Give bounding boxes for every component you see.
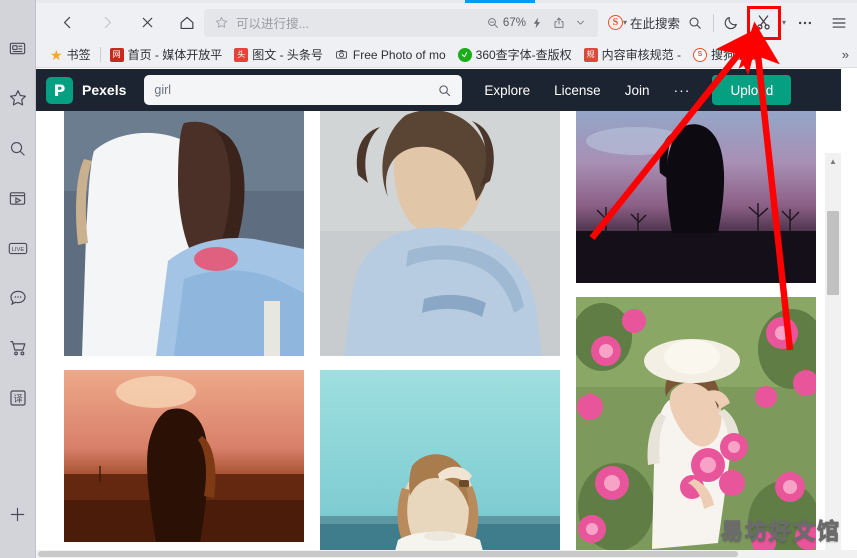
favicon-wangyi-icon: 网 [109,47,124,62]
bookmarks-star-icon: ★ [50,46,63,63]
photo-thumbnail [64,111,304,356]
photo-card[interactable] [320,111,560,356]
forward-button[interactable] [92,8,122,38]
bookmark-item[interactable]: 规 内容审核规范 - [578,44,687,66]
address-input[interactable]: 可以进行搜... [232,13,486,32]
sidebar-item-cart[interactable] [0,330,36,366]
pexels-logo-icon[interactable]: P [46,76,73,104]
bookmarks-separator [99,47,101,62]
bookmark-item[interactable]: S 搜狗翻译 [687,44,765,66]
pexels-nav: Explore License Join ··· [484,82,690,98]
bookmark-item[interactable]: 360查字体-查版权 [452,44,578,66]
photo-card[interactable] [576,111,816,283]
search-engine-label: 在此搜索 [629,17,680,31]
share-icon[interactable] [548,16,570,30]
sidebar-item-news[interactable] [0,30,36,66]
screenshot-tool-container[interactable] [746,5,781,40]
browser-window: LIVE 译 可以进行搜... 67% S ▾ 在此搜索 ▾ ★ 书签 网 首页… [0,0,857,558]
bookmark-item[interactable]: Free Photo of mo [329,44,452,66]
nav-item-license[interactable]: License [554,83,601,98]
toolbar-divider [712,13,714,32]
night-mode-button[interactable] [717,8,747,38]
sidebar-item-live[interactable]: LIVE [0,230,36,266]
address-bar[interactable]: 可以进行搜... 67% [204,8,598,37]
pexels-search-icon[interactable] [437,83,452,98]
sidebar-item-favorites[interactable] [0,80,36,116]
favicon-360-icon [457,47,472,62]
lightning-bolt-icon[interactable] [526,16,548,30]
photo-column [64,111,304,558]
bookmarks-root-button[interactable]: ★ 书签 [40,44,97,66]
search-engine-selector[interactable]: S ▾ 在此搜索 [602,13,680,32]
bookmark-label: 内容审核规范 - [601,48,682,62]
photo-column [320,111,560,558]
main-menu-button[interactable] [824,8,854,38]
sidebar-item-translate[interactable]: 译 [0,380,36,416]
sidebar-item-search[interactable] [0,130,36,166]
page-scrollbar[interactable]: ▲ [825,153,841,558]
horizontal-scrollbar[interactable] [36,550,857,558]
chevron-down-icon[interactable] [570,16,592,29]
photo-thumbnail [64,370,304,542]
scrollbar-thumb[interactable] [827,211,839,295]
sogou-logo-icon: S [607,15,623,30]
bookmark-label: 图文 - 头条号 [252,48,323,62]
home-button[interactable] [172,8,202,38]
left-sidebar: LIVE 译 [0,0,36,558]
toolbar-right-tools: ▾ [680,5,857,40]
photo-thumbnail [320,370,560,558]
stop-loading-button[interactable] [132,8,162,38]
sidebar-item-chat[interactable] [0,280,36,316]
toolbar-search-button[interactable] [680,8,710,38]
photo-card[interactable] [320,370,560,558]
photo-grid: ▲ [36,111,841,558]
bookmark-label: 360查字体-查版权 [475,48,572,62]
nav-item-explore[interactable]: Explore [484,83,530,98]
pexels-brand-label[interactable]: Pexels [82,82,126,98]
svg-text:LIVE: LIVE [11,247,24,253]
sidebar-item-video[interactable] [0,180,36,216]
favicon-sogou-icon: S [693,47,708,62]
photo-card[interactable] [64,370,304,542]
photo-column [576,111,816,558]
bookmarks-root-label: 书签 [66,48,91,62]
bookmarks-overflow-button[interactable]: » [834,47,857,62]
scissors-icon[interactable] [754,13,773,32]
bookmark-item[interactable]: 头 图文 - 头条号 [228,44,329,66]
horizontal-scrollbar-thumb[interactable] [38,551,738,557]
pexels-search-box[interactable]: girl [144,75,463,105]
photo-thumbnail [576,111,816,283]
back-button[interactable] [52,8,82,38]
bookmark-star-icon[interactable] [210,15,232,30]
pexels-header: P Pexels girl Explore License Join ··· U… [36,69,841,111]
zoom-level-control[interactable]: 67% [486,16,526,30]
bookmark-label: 搜狗翻译 [711,48,760,62]
photo-card[interactable] [64,111,304,356]
nav-more-icon[interactable]: ··· [673,82,690,98]
favicon-camera-icon [335,48,349,62]
bookmark-label: 首页 - 媒体开放平 [127,48,223,62]
bookmark-label: Free Photo of mo [352,47,446,62]
zoom-level-value: 67% [502,16,526,29]
web-page-content: P Pexels girl Explore License Join ··· U… [36,69,857,558]
pexels-search-input[interactable]: girl [154,83,437,97]
bookmarks-bar: ★ 书签 网 首页 - 媒体开放平 头 图文 - 头条号 Free Photo … [36,42,857,68]
screenshot-caret-icon[interactable]: ▾ [782,18,786,27]
search-engine-caret-icon[interactable]: ▾ [623,18,627,27]
sidebar-add-button[interactable] [0,496,36,532]
bookmark-item[interactable]: 网 首页 - 媒体开放平 [104,44,229,66]
watermark-text: 易坊好文馆 [720,520,841,546]
favicon-toutiao-icon: 头 [234,47,249,62]
upload-button[interactable]: Upload [712,75,792,105]
more-options-button[interactable] [790,8,820,38]
favicon-guifan-icon: 规 [583,47,598,62]
nav-item-join[interactable]: Join [625,83,650,98]
photo-thumbnail [320,111,560,356]
scrollbar-up-arrow[interactable]: ▲ [825,153,841,169]
svg-text:译: 译 [13,394,23,405]
browser-toolbar: 可以进行搜... 67% S ▾ 在此搜索 ▾ [36,3,857,42]
